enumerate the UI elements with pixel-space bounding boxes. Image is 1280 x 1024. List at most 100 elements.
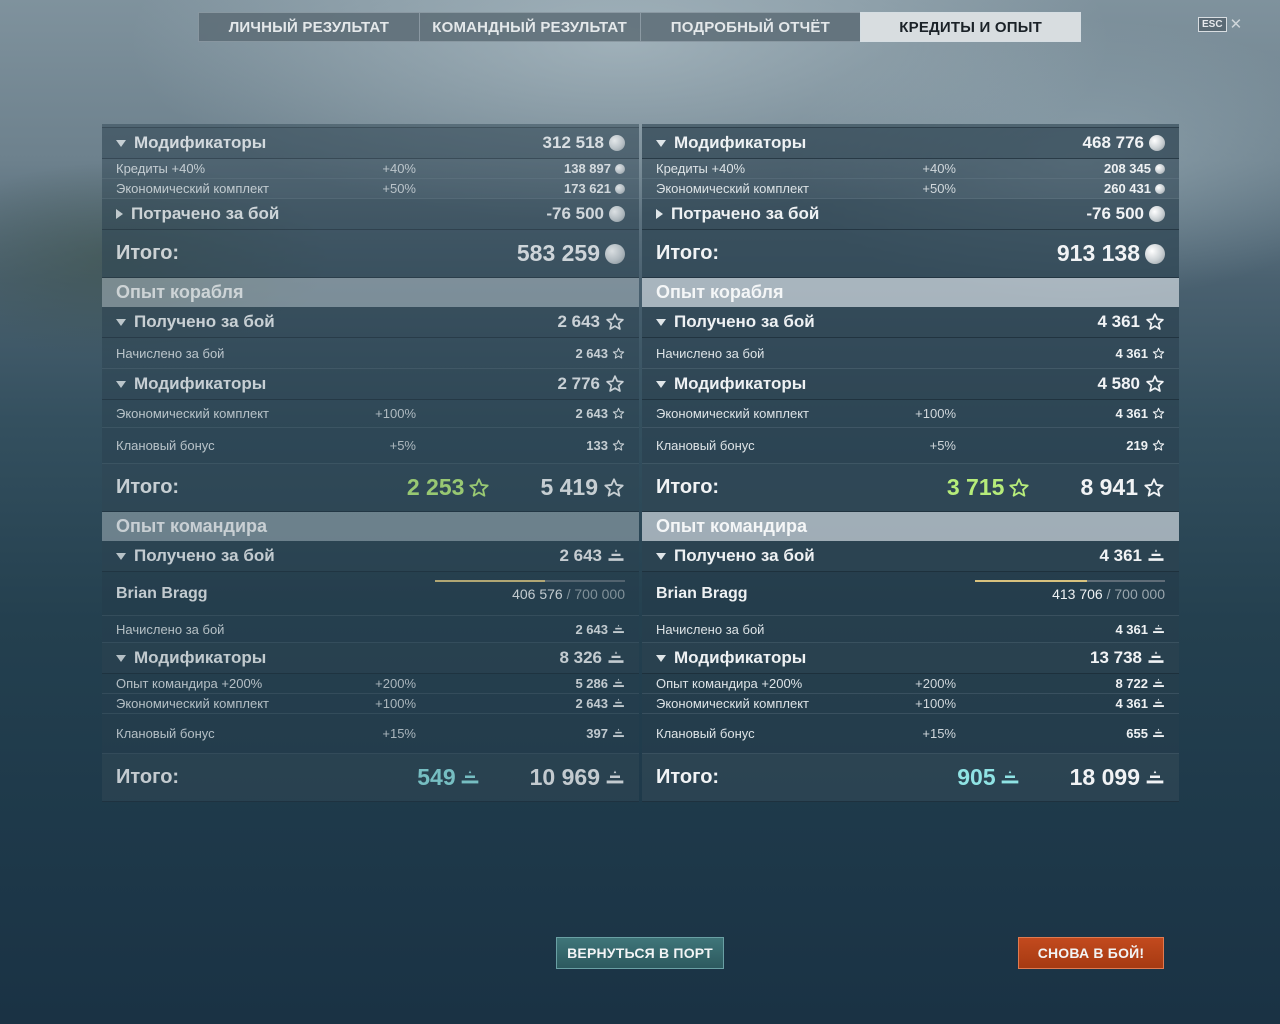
commander-accrued-row: Начислено за бой 4 361 — [642, 616, 1179, 643]
commander-modifiers-row[interactable]: Модификаторы 13 738 — [642, 643, 1179, 674]
commander-xp-header: Опыт командира — [642, 512, 1179, 541]
commander-xp-total: 18 099 — [1069, 764, 1140, 790]
commander-xp-icon — [1152, 727, 1165, 740]
commander-xp-icon — [612, 623, 625, 636]
chevron-down-icon — [656, 552, 666, 560]
ship-xp-total-row: Итого: 3 715 8 941 — [642, 464, 1179, 512]
ship-economic-kit-row: Экономический комплект +100% 2 643 — [102, 400, 639, 428]
ship-clan-bonus-row: Клановый бонус +5% 219 — [642, 428, 1179, 464]
commander-xp-premium-total: 549 — [417, 764, 456, 790]
commander-xp-total: 10 969 — [529, 764, 600, 790]
commander-received-row[interactable]: Получено за бой 4 361 — [642, 541, 1179, 572]
tab-team-result[interactable]: КОМАНДНЫЙ РЕЗУЛЬТАТ — [418, 12, 640, 42]
credits-icon — [1155, 183, 1165, 194]
star-icon — [1152, 439, 1165, 452]
spent-in-battle-row[interactable]: Потрачено за бой -76 500 — [642, 199, 1179, 230]
commander-xp-icon — [612, 677, 625, 690]
chevron-right-icon — [116, 209, 123, 219]
ship-xp-total: 5 419 — [540, 474, 598, 500]
commander-name: Brian Bragg — [656, 584, 748, 602]
commander-xp-icon — [1152, 677, 1165, 690]
ship-xp-header: Опыт корабля — [102, 278, 639, 307]
commander-xp-icon — [1145, 768, 1165, 788]
commander-xp-bar-fill — [975, 580, 1088, 582]
ship-xp-total: 8 941 — [1080, 474, 1138, 500]
credits-icon — [605, 243, 625, 264]
credits-total-row: Итого: 583 259 — [102, 230, 639, 278]
commander-bonus-row: Опыт командира +200% +200% 5 286 — [102, 674, 639, 694]
commander-xp-total-row: Итого: 549 10 969 — [102, 754, 639, 802]
commander-xp-icon — [605, 768, 625, 788]
chevron-down-icon — [116, 139, 126, 147]
spent-in-battle-row[interactable]: Потрачено за бой -76 500 — [102, 199, 639, 230]
tab-bar: ЛИЧНЫЙ РЕЗУЛЬТАТ КОМАНДНЫЙ РЕЗУЛЬТАТ ПОД… — [198, 12, 1081, 42]
commander-xp-icon — [1147, 547, 1165, 565]
star-icon — [1152, 407, 1165, 420]
panel-standard: Модификаторы 312 518 Кредиты +40% +40% 1… — [102, 124, 639, 802]
credits-icon — [615, 163, 625, 174]
commander-xp-icon — [612, 727, 625, 740]
tab-credits-and-xp[interactable]: КРЕДИТЫ И ОПЫТ — [860, 12, 1081, 42]
commander-xp-icon — [1152, 697, 1165, 710]
commander-xp-progress: 413 706 / 700 000 — [975, 580, 1165, 604]
commander-xp-premium-total: 905 — [957, 764, 996, 790]
to-battle-button[interactable]: СНОВА В БОЙ! — [1018, 937, 1164, 969]
credits-icon — [1149, 206, 1165, 222]
value: 312 518 — [542, 133, 604, 152]
chevron-down-icon — [656, 654, 666, 662]
commander-xp-icon — [460, 768, 480, 788]
commander-xp-icon — [1152, 623, 1165, 636]
credits-icon — [1149, 135, 1165, 151]
credits-total: 913 138 — [1056, 240, 1140, 266]
ship-modifiers-row[interactable]: Модификаторы 4 580 — [642, 369, 1179, 400]
section-label: Модификаторы — [134, 133, 267, 152]
commander-xp-bar — [435, 580, 625, 582]
ship-received-row[interactable]: Получено за бой 4 361 — [642, 307, 1179, 338]
ship-received-row[interactable]: Получено за бой 2 643 — [102, 307, 639, 338]
commander-xp-icon — [607, 649, 625, 667]
ship-xp-premium-total: 3 715 — [946, 474, 1005, 500]
star-icon — [612, 407, 625, 420]
commander-xp-header: Опыт командира — [102, 512, 639, 541]
commander-modifiers-row[interactable]: Модификаторы 8 326 — [102, 643, 639, 674]
commander-xp-bar-fill — [435, 580, 546, 582]
credits-icon — [1145, 243, 1165, 264]
star-icon — [1145, 374, 1165, 394]
ship-accrued-row: Начислено за бой 4 361 — [642, 338, 1179, 369]
ship-economic-kit-row: Экономический комплект +100% 4 361 — [642, 400, 1179, 428]
chevron-down-icon — [116, 552, 126, 560]
credits-total-row: Итого: 913 138 — [642, 230, 1179, 278]
esc-key-label: ESC — [1198, 16, 1227, 32]
credits-modifiers-row[interactable]: Модификаторы 468 776 — [642, 128, 1179, 159]
star-icon — [612, 347, 625, 360]
commander-row: Brian Bragg 413 706 / 700 000 — [642, 572, 1179, 616]
star-icon — [468, 477, 490, 499]
chevron-down-icon — [116, 318, 126, 326]
ship-clan-bonus-row: Клановый бонус +5% 133 — [102, 428, 639, 464]
ship-modifiers-row[interactable]: Модификаторы 2 776 — [102, 369, 639, 400]
close-button[interactable]: ESC ✕ — [1198, 15, 1242, 33]
star-icon — [605, 374, 625, 394]
commander-received-row[interactable]: Получено за бой 2 643 — [102, 541, 639, 572]
return-to-port-button[interactable]: ВЕРНУТЬСЯ В ПОРТ — [556, 937, 724, 969]
star-icon — [603, 477, 625, 499]
credits-modifiers-row[interactable]: Модификаторы 312 518 — [102, 128, 639, 159]
commander-economic-kit-row: Экономический комплект +100% 4 361 — [642, 694, 1179, 714]
credits-icon — [609, 206, 625, 222]
commander-row: Brian Bragg 406 576 / 700 000 — [102, 572, 639, 616]
credits-bonus-row: Кредиты +40% +40% 138 897 — [102, 159, 639, 179]
commander-accrued-row: Начислено за бой 2 643 — [102, 616, 639, 643]
commander-xp-progress: 406 576 / 700 000 — [435, 580, 625, 604]
credits-total: 583 259 — [516, 240, 600, 266]
commander-xp-total-row: Итого: 905 18 099 — [642, 754, 1179, 802]
economic-kit-row: Экономический комплект +50% 173 621 — [102, 179, 639, 199]
commander-economic-kit-row: Экономический комплект +100% 2 643 — [102, 694, 639, 714]
tab-detailed-report[interactable]: ПОДРОБНЫЙ ОТЧЁТ — [639, 12, 861, 42]
commander-xp-icon — [1000, 768, 1020, 788]
economic-kit-row: Экономический комплект +50% 260 431 — [642, 179, 1179, 199]
close-icon: ✕ — [1229, 16, 1243, 33]
chevron-down-icon — [656, 139, 666, 147]
ship-xp-premium-total: 2 253 — [406, 474, 465, 500]
tab-personal-result[interactable]: ЛИЧНЫЙ РЕЗУЛЬТАТ — [198, 12, 419, 42]
ship-accrued-row: Начислено за бой 2 643 — [102, 338, 639, 369]
